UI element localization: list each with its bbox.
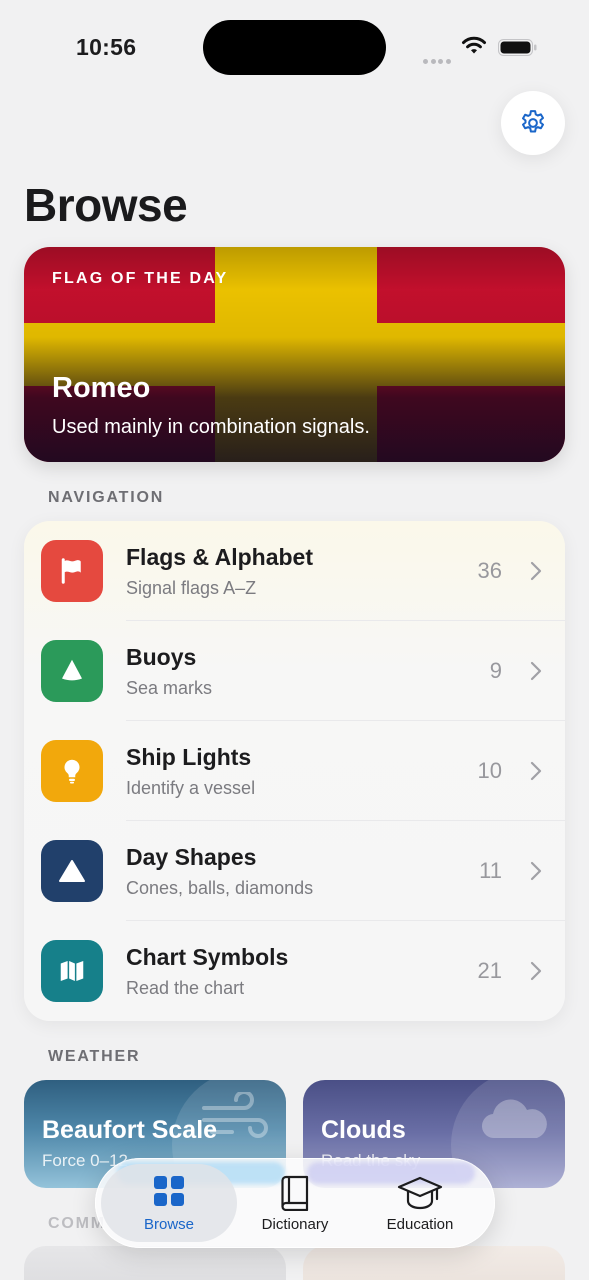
flag-icon — [41, 540, 103, 602]
list-item-subtitle: Sea marks — [126, 678, 213, 698]
list-item-count: 11 — [479, 858, 502, 883]
list-item-title: Flags & Alphabet — [126, 544, 313, 570]
list-item-subtitle: Identify a vessel — [126, 778, 256, 798]
list-item-ship-lights[interactable]: Ship Lights Identify a vessel 10 — [24, 721, 565, 821]
list-item-count: 10 — [477, 758, 502, 783]
status-bar: 10:56 — [0, 0, 589, 96]
wifi-icon — [462, 36, 486, 54]
tab-bar: Browse Dictionary Education — [95, 1158, 495, 1248]
list-item-title: Ship Lights — [126, 744, 252, 770]
list-item-count: 9 — [489, 658, 502, 683]
buoy-icon — [41, 640, 103, 702]
chevron-right-icon — [530, 861, 542, 881]
settings-button[interactable] — [501, 91, 565, 155]
list-item-title: Chart Symbols — [126, 944, 289, 970]
map-icon — [41, 940, 103, 1002]
list-item-subtitle: Signal flags A–Z — [126, 578, 257, 598]
weather-card-title: Beaufort Scale — [42, 1116, 218, 1144]
cloud-icon — [481, 1099, 547, 1139]
status-time: 10:56 — [76, 34, 137, 60]
list-item-subtitle: Cones, balls, diamonds — [126, 878, 314, 898]
chevron-right-icon — [530, 561, 542, 581]
list-item-chart-symbols[interactable]: Chart Symbols Read the chart 21 — [24, 921, 565, 1021]
tab-label: Dictionary — [261, 1216, 329, 1233]
list-item-flags-alphabet[interactable]: Flags & Alphabet Signal flags A–Z 36 — [24, 521, 565, 621]
book-icon — [281, 1175, 309, 1211]
list-item-subtitle: Read the chart — [126, 978, 245, 998]
tab-browse[interactable]: Browse — [104, 1158, 234, 1248]
flag-of-the-day-card[interactable]: FLAG OF THE DAY Romeo Used mainly in com… — [24, 247, 565, 462]
navigation-list: Flags & Alphabet Signal flags A–Z 36 Buo… — [24, 521, 565, 1021]
status-indicators — [421, 36, 541, 64]
tab-dictionary[interactable]: Dictionary — [230, 1158, 360, 1248]
section-label-navigation: NAVIGATION — [48, 489, 165, 506]
triangle-icon — [41, 840, 103, 902]
flag-description: Used mainly in combination signals. — [52, 416, 370, 438]
dynamic-island — [203, 20, 386, 75]
flag-name: Romeo — [52, 372, 151, 404]
list-item-count: 21 — [477, 958, 502, 983]
communication-card[interactable] — [303, 1246, 565, 1280]
flag-of-the-day-label: FLAG OF THE DAY — [52, 270, 229, 287]
section-label-weather: WEATHER — [48, 1048, 141, 1065]
lightbulb-icon — [41, 740, 103, 802]
list-item-title: Buoys — [126, 644, 197, 670]
communication-card[interactable] — [24, 1246, 286, 1280]
list-item-buoys[interactable]: Buoys Sea marks 9 — [24, 621, 565, 721]
list-item-count: 36 — [477, 558, 502, 583]
gear-icon — [522, 110, 544, 133]
tab-label: Browse — [143, 1216, 195, 1233]
list-item-title: Day Shapes — [126, 844, 257, 870]
weather-card-title: Clouds — [321, 1116, 406, 1144]
battery-icon — [498, 39, 537, 56]
graduation-cap-icon — [397, 1176, 443, 1210]
list-item-day-shapes[interactable]: Day Shapes Cones, balls, diamonds 11 — [24, 821, 565, 921]
cellular-signal-icon — [423, 51, 453, 69]
chevron-right-icon — [530, 661, 542, 681]
chevron-right-icon — [530, 961, 542, 981]
chevron-right-icon — [530, 761, 542, 781]
tab-label: Education — [386, 1216, 454, 1233]
page-title: Browse — [24, 179, 188, 231]
grid-icon — [154, 1176, 184, 1206]
tab-education[interactable]: Education — [355, 1158, 485, 1248]
